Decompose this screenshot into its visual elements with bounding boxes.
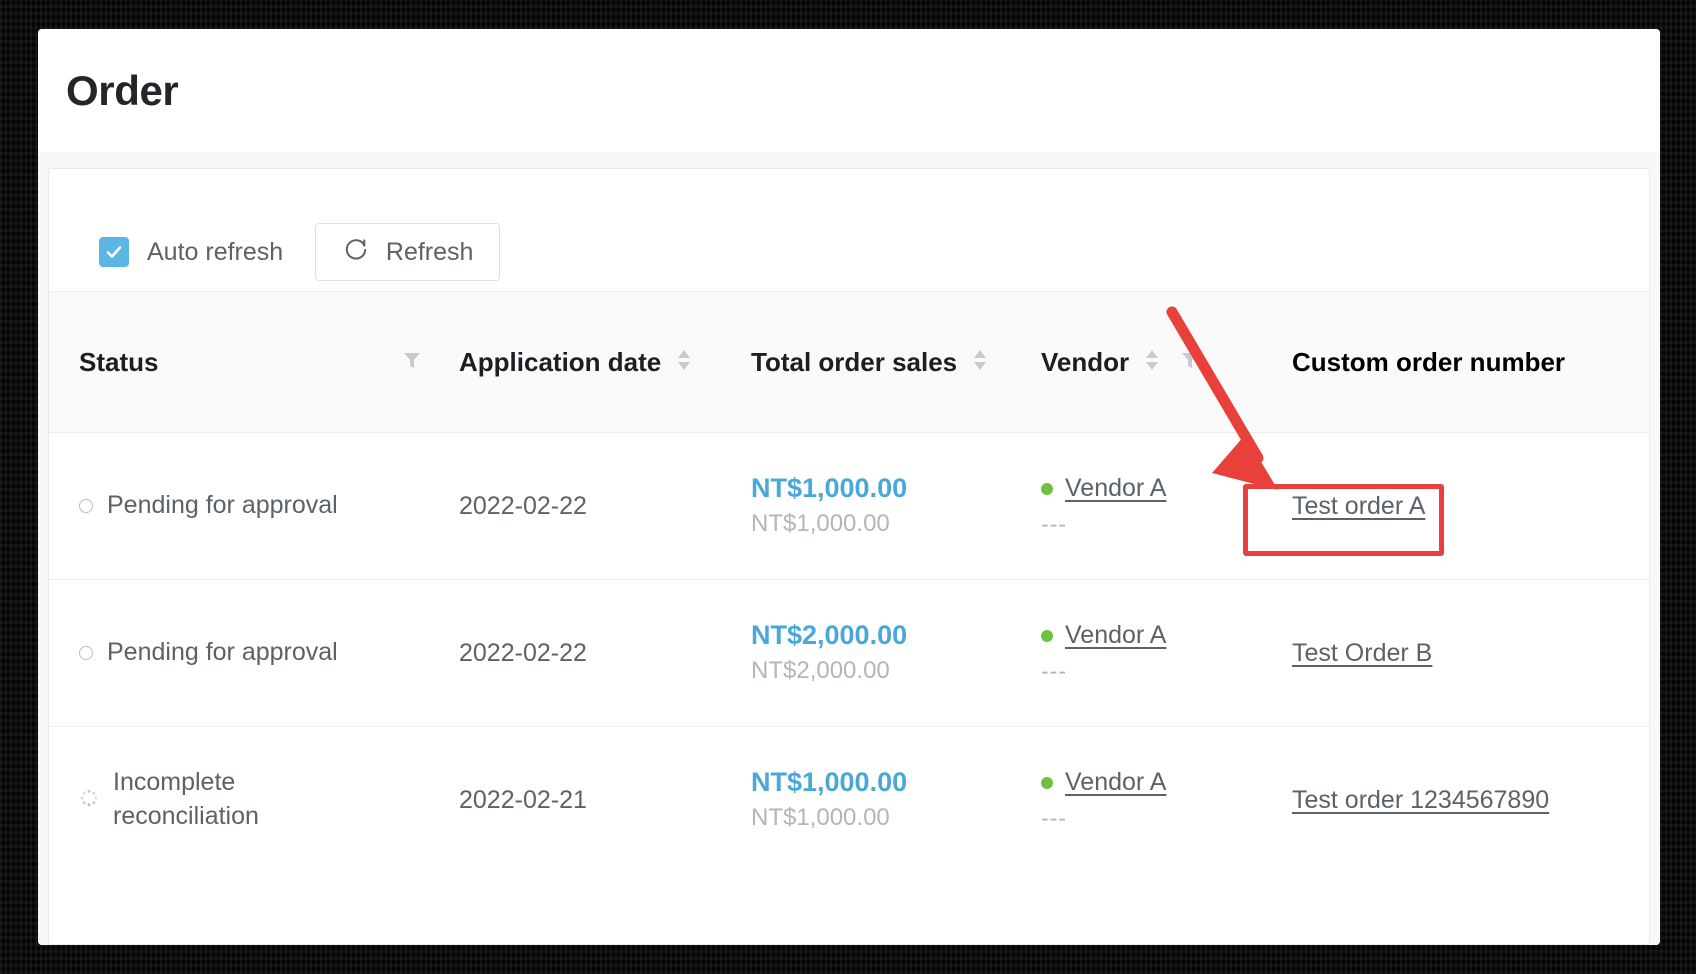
orders-table: Status Application date Total order sale… (49, 291, 1649, 873)
column-header-custom-order-number[interactable]: Custom order number (1256, 292, 1649, 433)
cell-status: Pending for approval (49, 432, 459, 580)
cell-custom-order-number: Test Order B (1256, 579, 1649, 727)
vendor-status-dot-icon (1041, 776, 1053, 789)
cell-total-order-sales: NT$1,000.00 NT$1,000.00 (751, 727, 1041, 874)
auto-refresh-label: Auto refresh (147, 237, 284, 266)
sales-secondary-value: NT$2,000.00 (751, 656, 890, 684)
sales-primary-value: NT$1,000.00 (751, 473, 908, 504)
cell-custom-order-number: Test order 1234567890 (1256, 727, 1649, 874)
sales-primary-value: NT$2,000.00 (751, 620, 908, 651)
sales-primary-value: NT$1,000.00 (751, 767, 908, 798)
refresh-icon (342, 236, 370, 269)
content-area: Auto refresh Refresh Status Application … (38, 152, 1660, 945)
spinner-icon (79, 788, 99, 813)
empty-circle-icon (79, 646, 93, 660)
column-header-total-order-sales[interactable]: Total order sales (751, 292, 1041, 433)
vendor-status-dot-icon (1041, 482, 1053, 495)
custom-order-number-link[interactable]: Test order 1234567890 (1292, 786, 1549, 814)
sort-arrows-icon[interactable] (971, 346, 989, 379)
column-header-status-label: Status (79, 346, 159, 377)
column-header-total-order-sales-label: Total order sales (751, 346, 958, 377)
status-label: Pending for approval (107, 491, 338, 520)
vendor-sub-value: --- (1041, 511, 1067, 537)
vendor-link[interactable]: Vendor A (1065, 621, 1166, 650)
application-date-value: 2022-02-21 (459, 785, 587, 814)
cell-status: Pending for approval (49, 579, 459, 727)
vendor-link[interactable]: Vendor A (1065, 768, 1166, 797)
column-header-application-date[interactable]: Application date (459, 292, 751, 433)
cell-application-date: 2022-02-22 (459, 579, 751, 727)
refresh-button[interactable]: Refresh (315, 223, 501, 281)
empty-circle-icon (79, 499, 93, 513)
custom-order-number-link[interactable]: Test Order B (1292, 639, 1432, 667)
app-window: Order Auto refresh Refresh Status Applic… (38, 29, 1660, 945)
page-header: Order (38, 29, 1660, 152)
cell-custom-order-number: Test order A (1256, 432, 1649, 580)
column-header-application-date-label: Application date (459, 346, 662, 377)
vendor-status-dot-icon (1041, 629, 1053, 642)
sales-secondary-value: NT$1,000.00 (751, 803, 890, 831)
cell-vendor: Vendor A --- (1041, 432, 1256, 580)
cell-application-date: 2022-02-22 (459, 432, 751, 580)
application-date-value: 2022-02-22 (459, 638, 587, 667)
cell-total-order-sales: NT$2,000.00 NT$2,000.00 (751, 579, 1041, 727)
table-row[interactable]: Pending for approval 2022-02-22 NT$1,000… (49, 432, 1649, 580)
table-row[interactable]: Incomplete reconciliation 2022-02-21 NT$… (49, 727, 1649, 874)
refresh-button-label: Refresh (385, 237, 474, 266)
application-date-value: 2022-02-22 (459, 491, 587, 520)
screen-frame: Order Auto refresh Refresh Status Applic… (0, 0, 1696, 974)
auto-refresh-checkbox[interactable]: Auto refresh (99, 237, 283, 267)
filter-icon[interactable] (401, 349, 423, 376)
cell-application-date: 2022-02-21 (459, 727, 751, 874)
cell-vendor: Vendor A --- (1041, 579, 1256, 727)
vendor-link[interactable]: Vendor A (1065, 474, 1166, 503)
column-header-vendor-label: Vendor (1041, 346, 1130, 377)
sort-arrows-icon[interactable] (675, 346, 693, 379)
cell-vendor: Vendor A --- (1041, 727, 1256, 874)
custom-order-number-link[interactable]: Test order A (1292, 492, 1425, 520)
table-header-row: Status Application date Total order sale… (49, 291, 1649, 433)
table-head: Status Application date Total order sale… (49, 291, 1649, 433)
checkbox-checked-icon (99, 237, 129, 267)
status-label: Pending for approval (107, 638, 338, 667)
sort-arrows-icon[interactable] (1143, 346, 1161, 379)
column-header-custom-order-number-label: Custom order number (1292, 346, 1566, 377)
table-row[interactable]: Pending for approval 2022-02-22 NT$2,000… (49, 579, 1649, 727)
vendor-sub-value: --- (1041, 658, 1067, 684)
status-label: Incomplete reconciliation (113, 768, 259, 830)
table-body: Pending for approval 2022-02-22 NT$1,000… (49, 432, 1649, 874)
cell-total-order-sales: NT$1,000.00 NT$1,000.00 (751, 432, 1041, 580)
column-header-status[interactable]: Status (49, 292, 459, 433)
page-title: Order (66, 66, 179, 114)
filter-icon[interactable] (1179, 349, 1201, 376)
cell-status: Incomplete reconciliation (49, 727, 459, 874)
column-header-vendor[interactable]: Vendor (1041, 292, 1256, 433)
sales-secondary-value: NT$1,000.00 (751, 509, 890, 537)
vendor-sub-value: --- (1041, 805, 1067, 831)
table-toolbar: Auto refresh Refresh (49, 169, 1649, 291)
orders-panel: Auto refresh Refresh Status Application … (48, 168, 1650, 945)
